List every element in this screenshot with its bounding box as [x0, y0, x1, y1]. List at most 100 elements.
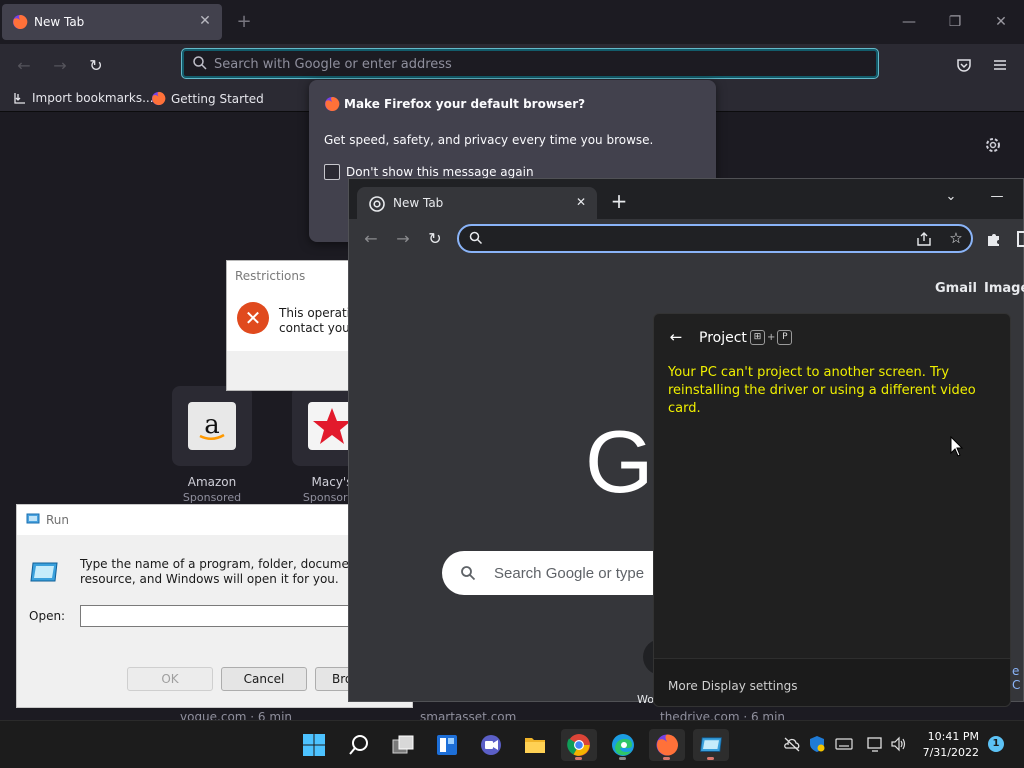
- clock-date: 7/31/2022: [922, 746, 979, 759]
- search-icon: [193, 56, 207, 70]
- tab-search-chevron-icon[interactable]: ⌄: [941, 187, 961, 207]
- firefox-logo-icon: [325, 96, 340, 111]
- p-key: P: [777, 330, 793, 345]
- open-label: Open:: [29, 609, 66, 623]
- file-explorer-button[interactable]: [517, 729, 553, 761]
- tile-label: Amazon: [187, 475, 237, 489]
- notification-badge[interactable]: 1: [988, 736, 1004, 752]
- popup-body: Get speed, safety, and privacy every tim…: [324, 133, 654, 147]
- shortcut-label: Wo: [637, 693, 654, 706]
- chrome-new-tab-button[interactable]: +: [609, 191, 629, 211]
- clock[interactable]: 10:41 PM 7/31/2022: [915, 729, 979, 761]
- more-display-settings-link[interactable]: More Display settings: [668, 679, 797, 693]
- task-view-icon: [392, 735, 414, 754]
- edge-logo-icon: [612, 734, 634, 756]
- chrome-omnibox-input[interactable]: [491, 230, 911, 248]
- clock-time: 10:41 PM: [927, 730, 979, 743]
- share-icon[interactable]: [915, 230, 933, 248]
- run-title: Run: [46, 513, 70, 527]
- firefox-url-input[interactable]: [214, 54, 854, 74]
- windows-key-icon: ⊞: [750, 330, 765, 345]
- getting-started-bookmark[interactable]: Getting Started: [151, 91, 264, 106]
- bookmark-star-icon[interactable]: ☆: [947, 229, 965, 247]
- edge-taskbar-button[interactable]: [605, 729, 641, 761]
- keyboard-shortcut: ⊞ + P: [750, 330, 793, 345]
- restrictions-title: Restrictions: [235, 269, 306, 283]
- ok-button[interactable]: OK: [127, 667, 213, 691]
- widgets-button[interactable]: [429, 729, 465, 761]
- side-panel-icon[interactable]: [1017, 231, 1024, 247]
- pocket-icon[interactable]: [955, 56, 973, 74]
- project-title: Project: [699, 330, 747, 346]
- running-indicator: [663, 757, 670, 760]
- firefox-tab-close-icon[interactable]: ✕: [196, 12, 214, 30]
- search-button[interactable]: [341, 729, 377, 761]
- forward-arrow-icon[interactable]: →: [393, 229, 413, 249]
- close-window-button[interactable]: ✕: [989, 10, 1013, 34]
- top-site-amazon[interactable]: a: [172, 386, 252, 466]
- volume-icon[interactable]: [890, 735, 908, 753]
- chrome-taskbar-button[interactable]: [561, 729, 597, 761]
- search-icon: [461, 566, 476, 581]
- folder-icon: [525, 738, 545, 753]
- search-icon: [349, 735, 368, 755]
- extensions-puzzle-icon[interactable]: [985, 230, 1003, 248]
- images-link[interactable]: Images: [984, 281, 1024, 296]
- chrome-tab-title: New Tab: [393, 196, 444, 210]
- restore-button[interactable]: ❐: [943, 10, 967, 34]
- forward-arrow-icon[interactable]: →: [49, 55, 71, 77]
- error-icon: ✕: [237, 302, 269, 334]
- minimize-button[interactable]: —: [897, 10, 921, 34]
- firefox-taskbar-button[interactable]: [649, 729, 685, 761]
- start-button[interactable]: [296, 729, 332, 761]
- popup-title: Make Firefox your default browser?: [344, 97, 586, 111]
- run-program-icon: [30, 562, 58, 582]
- run-program-icon: [700, 737, 722, 752]
- mouse-cursor-icon: [950, 436, 964, 457]
- widgets-icon: [437, 735, 457, 755]
- chrome-logo-icon: [567, 734, 590, 756]
- chrome-toolbar: ← → ↻ ☆: [349, 219, 1024, 259]
- chrome-minimize-button[interactable]: —: [987, 187, 1007, 207]
- back-arrow-icon[interactable]: ←: [13, 55, 35, 77]
- keyboard-icon[interactable]: [835, 735, 853, 753]
- firefox-tab-title: New Tab: [34, 15, 85, 29]
- firefox-logo-icon: [151, 91, 166, 106]
- firefox-tab-new-tab[interactable]: New Tab ✕: [2, 4, 222, 40]
- onedrive-offline-icon[interactable]: [783, 735, 801, 753]
- project-footer: More Display settings: [654, 658, 1010, 706]
- chrome-tab-new-tab[interactable]: New Tab ✕: [357, 187, 597, 219]
- chrome-tab-close-icon[interactable]: ✕: [573, 194, 589, 210]
- chrome-tab-bar: New Tab ✕ + ⌄ —: [349, 179, 1023, 219]
- edge-peek-text: e C: [1012, 664, 1021, 692]
- network-icon[interactable]: [866, 735, 884, 753]
- hamburger-menu-icon[interactable]: [991, 56, 1009, 74]
- svg-text:a: a: [204, 410, 220, 440]
- google-logo: G: [585, 412, 654, 511]
- windows-logo-icon: [303, 734, 325, 756]
- security-shield-icon[interactable]: [808, 735, 826, 753]
- chrome-omnibox[interactable]: ☆: [457, 224, 973, 253]
- gear-icon[interactable]: [982, 134, 1004, 156]
- task-view-button[interactable]: [385, 729, 421, 761]
- taskbar: 10:41 PM 7/31/2022 1: [0, 720, 1024, 768]
- run-taskbar-button[interactable]: [693, 729, 729, 761]
- reload-icon[interactable]: ↻: [85, 55, 107, 77]
- amazon-logo-icon: a: [188, 402, 236, 450]
- reload-icon[interactable]: ↻: [425, 229, 445, 249]
- firefox-url-bar[interactable]: [181, 48, 879, 79]
- teams-chat-icon: [481, 735, 501, 755]
- back-arrow-icon[interactable]: ←: [361, 229, 381, 249]
- firefox-logo-icon: [13, 14, 28, 29]
- cancel-button[interactable]: Cancel: [221, 667, 307, 691]
- dont-show-checkbox[interactable]: [324, 164, 340, 180]
- back-arrow-icon[interactable]: ←: [668, 329, 684, 345]
- firefox-new-tab-button[interactable]: +: [234, 12, 254, 32]
- running-indicator: [707, 757, 714, 760]
- project-panel: ← Project ⊞ + P Your PC can't project to…: [653, 313, 1011, 707]
- import-bookmarks-link[interactable]: Import bookmarks...: [13, 91, 154, 105]
- run-description: Type the name of a program, folder, docu…: [80, 557, 389, 586]
- gmail-link[interactable]: Gmail: [935, 281, 977, 296]
- teams-chat-button[interactable]: [473, 729, 509, 761]
- running-indicator: [575, 757, 582, 760]
